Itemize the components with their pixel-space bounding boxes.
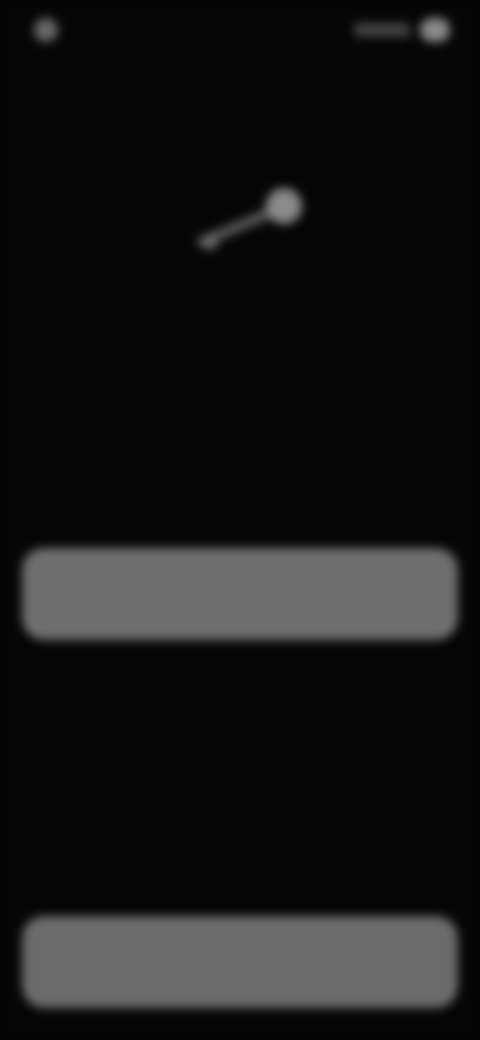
status-bar: [0, 0, 480, 60]
key-icon: [197, 188, 302, 250]
status-right: [354, 18, 450, 42]
status-left: [34, 18, 66, 42]
description-text: [58, 366, 420, 400]
page-title: [100, 76, 330, 102]
primary-button[interactable]: [22, 548, 458, 640]
signal-bars-icon: [354, 23, 410, 37]
app-screen: [0, 0, 480, 1040]
camera-dot-icon: [34, 18, 58, 42]
battery-icon: [420, 18, 450, 42]
bottom-button[interactable]: [22, 916, 458, 1008]
